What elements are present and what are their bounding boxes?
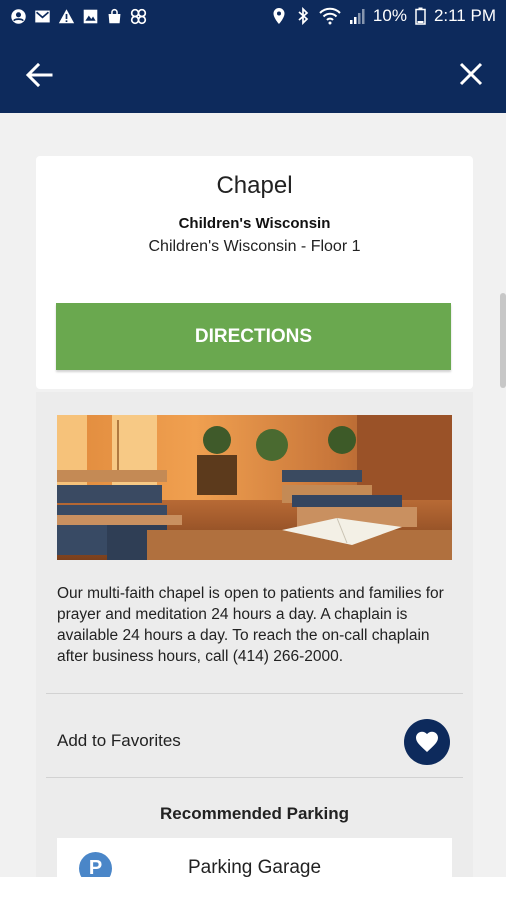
parking-item[interactable]: P Parking Garage	[57, 838, 452, 877]
battery-percent: 10%	[372, 6, 407, 25]
app-bar	[0, 35, 506, 113]
gmail-icon	[35, 10, 50, 23]
location-pin-icon	[273, 8, 285, 24]
heart-icon	[416, 731, 438, 752]
favorites-label: Add to Favorites	[57, 731, 181, 750]
place-description: Our multi-faith chapel is open to patien…	[57, 585, 444, 665]
shopping-bag-icon	[108, 8, 121, 24]
clock: 2:11 PM	[433, 6, 496, 25]
close-icon[interactable]	[456, 59, 486, 89]
content-area: Chapel Children's Wisconsin Children's W…	[0, 113, 506, 877]
divider	[46, 777, 463, 778]
parking-name: Parking Garage	[187, 857, 322, 877]
organization-name: Children's Wisconsin	[178, 215, 331, 232]
signal-icon	[349, 9, 365, 24]
bluetooth-icon	[298, 7, 309, 25]
account-circle-icon	[11, 9, 26, 24]
image-icon	[83, 9, 98, 24]
wifi-icon	[319, 7, 341, 25]
favorite-button[interactable]	[404, 719, 450, 765]
notification-icons	[10, 8, 147, 25]
details-panel: Our multi-faith chapel is open to patien…	[36, 392, 473, 877]
page-title: Chapel	[216, 172, 293, 199]
arrow-left-icon[interactable]	[24, 60, 54, 90]
place-location: Children's Wisconsin - Floor 1	[148, 238, 361, 255]
status-bar: 10% 2:11 PM	[0, 0, 506, 35]
pinwheel-icon	[130, 8, 147, 25]
place-card: Chapel Children's Wisconsin Children's W…	[36, 156, 473, 389]
chapel-photo	[57, 415, 452, 560]
scrollbar[interactable]	[500, 293, 506, 388]
parking-heading: Recommended Parking	[160, 804, 349, 823]
battery-icon	[415, 7, 426, 25]
bottom-bar	[0, 877, 506, 900]
divider	[46, 693, 463, 694]
directions-button[interactable]: DIRECTIONS	[56, 303, 451, 370]
system-status: 10% 2:11 PM	[271, 6, 496, 26]
warning-icon	[58, 9, 75, 24]
